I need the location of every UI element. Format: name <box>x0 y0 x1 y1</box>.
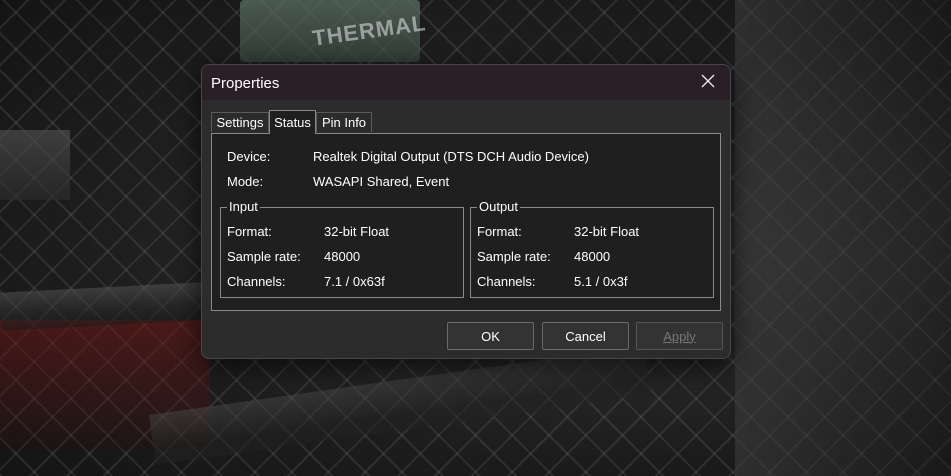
output-channels-label: Channels: <box>477 274 536 289</box>
input-group-title: Input <box>227 199 260 214</box>
output-format-label: Format: <box>477 224 522 239</box>
status-panel: Device: Realtek Digital Output (DTS DCH … <box>211 133 721 311</box>
output-format-value: 32-bit Float <box>574 224 640 239</box>
background-box <box>0 130 70 200</box>
input-channels-label: Channels: <box>227 274 286 289</box>
mode-value: WASAPI Shared, Event <box>313 174 450 189</box>
properties-dialog: Properties Settings Status Pin Info Devi… <box>201 64 731 359</box>
tab-settings[interactable]: Settings <box>211 112 269 132</box>
close-icon <box>701 74 715 93</box>
input-format-label: Format: <box>227 224 272 239</box>
device-label: Device: <box>227 149 271 164</box>
mode-label: Mode: <box>227 174 264 189</box>
input-group: Input Format: 32-bit Float Sample rate: … <box>220 199 464 298</box>
output-sample-rate-value: 48000 <box>574 249 611 264</box>
dialog-title: Properties <box>211 75 280 92</box>
device-value: Realtek Digital Output (DTS DCH Audio De… <box>313 149 589 164</box>
tab-pin-info[interactable]: Pin Info <box>316 112 372 132</box>
output-group: Output Format: 32-bit Float Sample rate:… <box>470 199 714 298</box>
background-panel <box>735 0 951 476</box>
cancel-button[interactable]: Cancel <box>542 322 629 350</box>
close-button[interactable] <box>690 67 726 99</box>
input-sample-rate-value: 48000 <box>324 249 361 264</box>
output-group-title: Output <box>477 199 521 214</box>
tab-status[interactable]: Status <box>269 110 316 134</box>
input-sample-rate-label: Sample rate: <box>227 249 301 264</box>
input-channels-value: 7.1 / 0x63f <box>324 274 385 289</box>
apply-button[interactable]: Apply <box>636 322 723 350</box>
title-bar: Properties <box>202 65 730 100</box>
output-channels-value: 5.1 / 0x3f <box>574 274 628 289</box>
ok-button[interactable]: OK <box>447 322 534 350</box>
input-format-value: 32-bit Float <box>324 224 390 239</box>
output-sample-rate-label: Sample rate: <box>477 249 551 264</box>
